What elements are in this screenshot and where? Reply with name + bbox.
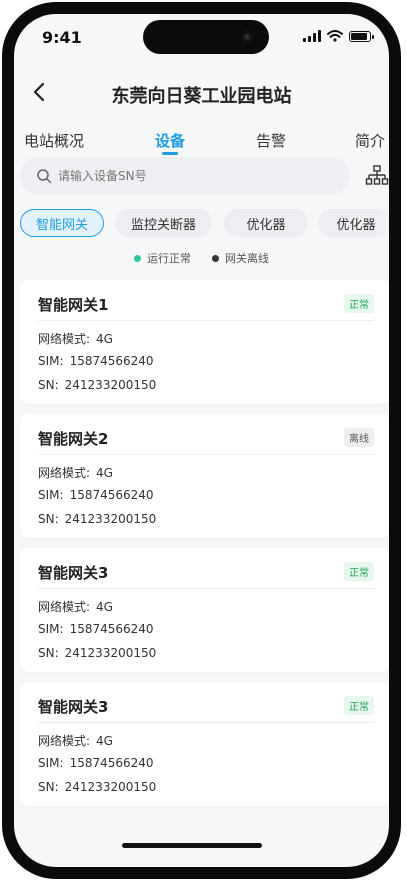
camera-icon bbox=[241, 31, 253, 43]
search-input[interactable] bbox=[56, 167, 320, 184]
normal-dot-icon bbox=[134, 254, 141, 262]
tab-overview[interactable]: 电站概况 bbox=[24, 130, 84, 151]
status-bar: 9:41 bbox=[14, 14, 389, 64]
device-name: 智能网关2 bbox=[38, 430, 109, 448]
phone-frame: 9:41 东莞向日葵工业园电站 电站概况 设备 告警 简介 请输入设备SN号 智… bbox=[2, 2, 401, 879]
dynamic-island bbox=[143, 20, 269, 54]
device-name: 智能网关1 bbox=[38, 296, 109, 314]
nav-bar: 东莞向日葵工业园电站 bbox=[14, 72, 389, 112]
tab-intro[interactable]: 简介 bbox=[355, 130, 385, 151]
active-tab-indicator bbox=[162, 152, 178, 155]
device-name: 智能网关3 bbox=[38, 564, 109, 582]
divider bbox=[38, 722, 374, 723]
screen: 9:41 东莞向日葵工业园电站 电站概况 设备 告警 简介 请输入设备SN号 智… bbox=[14, 14, 389, 867]
status-icons bbox=[303, 30, 374, 42]
device-type-filter: 智能网关 监控关断器 优化器 优化器 bbox=[20, 209, 389, 239]
network-mode-row: 网络模式: 4G bbox=[38, 734, 113, 748]
network-mode-row: 网络模式: 4G bbox=[38, 600, 113, 614]
status-badge: 正常 bbox=[344, 562, 374, 581]
tab-devices[interactable]: 设备 bbox=[155, 130, 185, 151]
chips-fade bbox=[375, 209, 389, 239]
network-mode-row: 网络模式: 4G bbox=[38, 466, 113, 480]
legend-offline: 网关离线 bbox=[212, 250, 269, 266]
divider bbox=[38, 588, 374, 589]
chip-optimizer[interactable]: 优化器 bbox=[224, 209, 308, 237]
device-card[interactable]: 智能网关3 正常 网络模式: 4G SIM: 15874566240 SN: 2412… bbox=[20, 548, 389, 672]
tab-alarms[interactable]: 告警 bbox=[256, 130, 286, 151]
home-indicator[interactable] bbox=[122, 843, 262, 848]
sn-row: SN: 241233200150 bbox=[38, 512, 157, 526]
device-card[interactable]: 智能网关1 正常 网络模式: 4G SIM: 15874566240 SN: 2412… bbox=[20, 280, 389, 404]
search-bar[interactable] bbox=[20, 157, 350, 194]
legend-normal: 运行正常 bbox=[134, 250, 191, 266]
sn-row: SN: 241233200150 bbox=[38, 378, 157, 392]
wifi-icon bbox=[327, 30, 343, 42]
search-icon bbox=[37, 168, 52, 183]
sim-row: SIM: 15874566240 bbox=[38, 622, 154, 636]
page-title: 东莞向日葵工业园电站 bbox=[111, 86, 292, 107]
divider bbox=[38, 454, 374, 455]
divider bbox=[38, 320, 374, 321]
sn-row: SN: 241233200150 bbox=[38, 646, 157, 660]
status-time: 9:41 bbox=[42, 28, 82, 47]
sim-row: SIM: 15874566240 bbox=[38, 756, 154, 770]
signal-icon bbox=[303, 30, 321, 42]
topology-icon[interactable] bbox=[365, 164, 389, 188]
sim-row: SIM: 15874566240 bbox=[38, 488, 154, 502]
sn-row: SN: 241233200150 bbox=[38, 780, 157, 794]
chip-smart-gateway[interactable]: 智能网关 bbox=[20, 209, 104, 237]
status-legend: 运行正常 网关离线 bbox=[14, 250, 389, 268]
chip-monitor-breaker[interactable]: 监控关断器 bbox=[115, 209, 212, 237]
status-badge: 离线 bbox=[344, 428, 374, 447]
network-mode-row: 网络模式: 4G bbox=[38, 332, 113, 346]
device-name: 智能网关3 bbox=[38, 698, 109, 716]
device-card[interactable]: 智能网关3 正常 网络模式: 4G SIM: 15874566240 SN: 2412… bbox=[20, 682, 389, 806]
status-badge: 正常 bbox=[344, 294, 374, 313]
offline-dot-icon bbox=[212, 254, 219, 262]
device-card[interactable]: 智能网关2 离线 网络模式: 4G SIM: 15874566240 SN: 2412… bbox=[20, 414, 389, 538]
status-badge: 正常 bbox=[344, 696, 374, 715]
battery-icon bbox=[349, 30, 374, 42]
tab-bar: 电站概况 设备 告警 简介 bbox=[14, 126, 389, 160]
sim-row: SIM: 15874566240 bbox=[38, 354, 154, 368]
